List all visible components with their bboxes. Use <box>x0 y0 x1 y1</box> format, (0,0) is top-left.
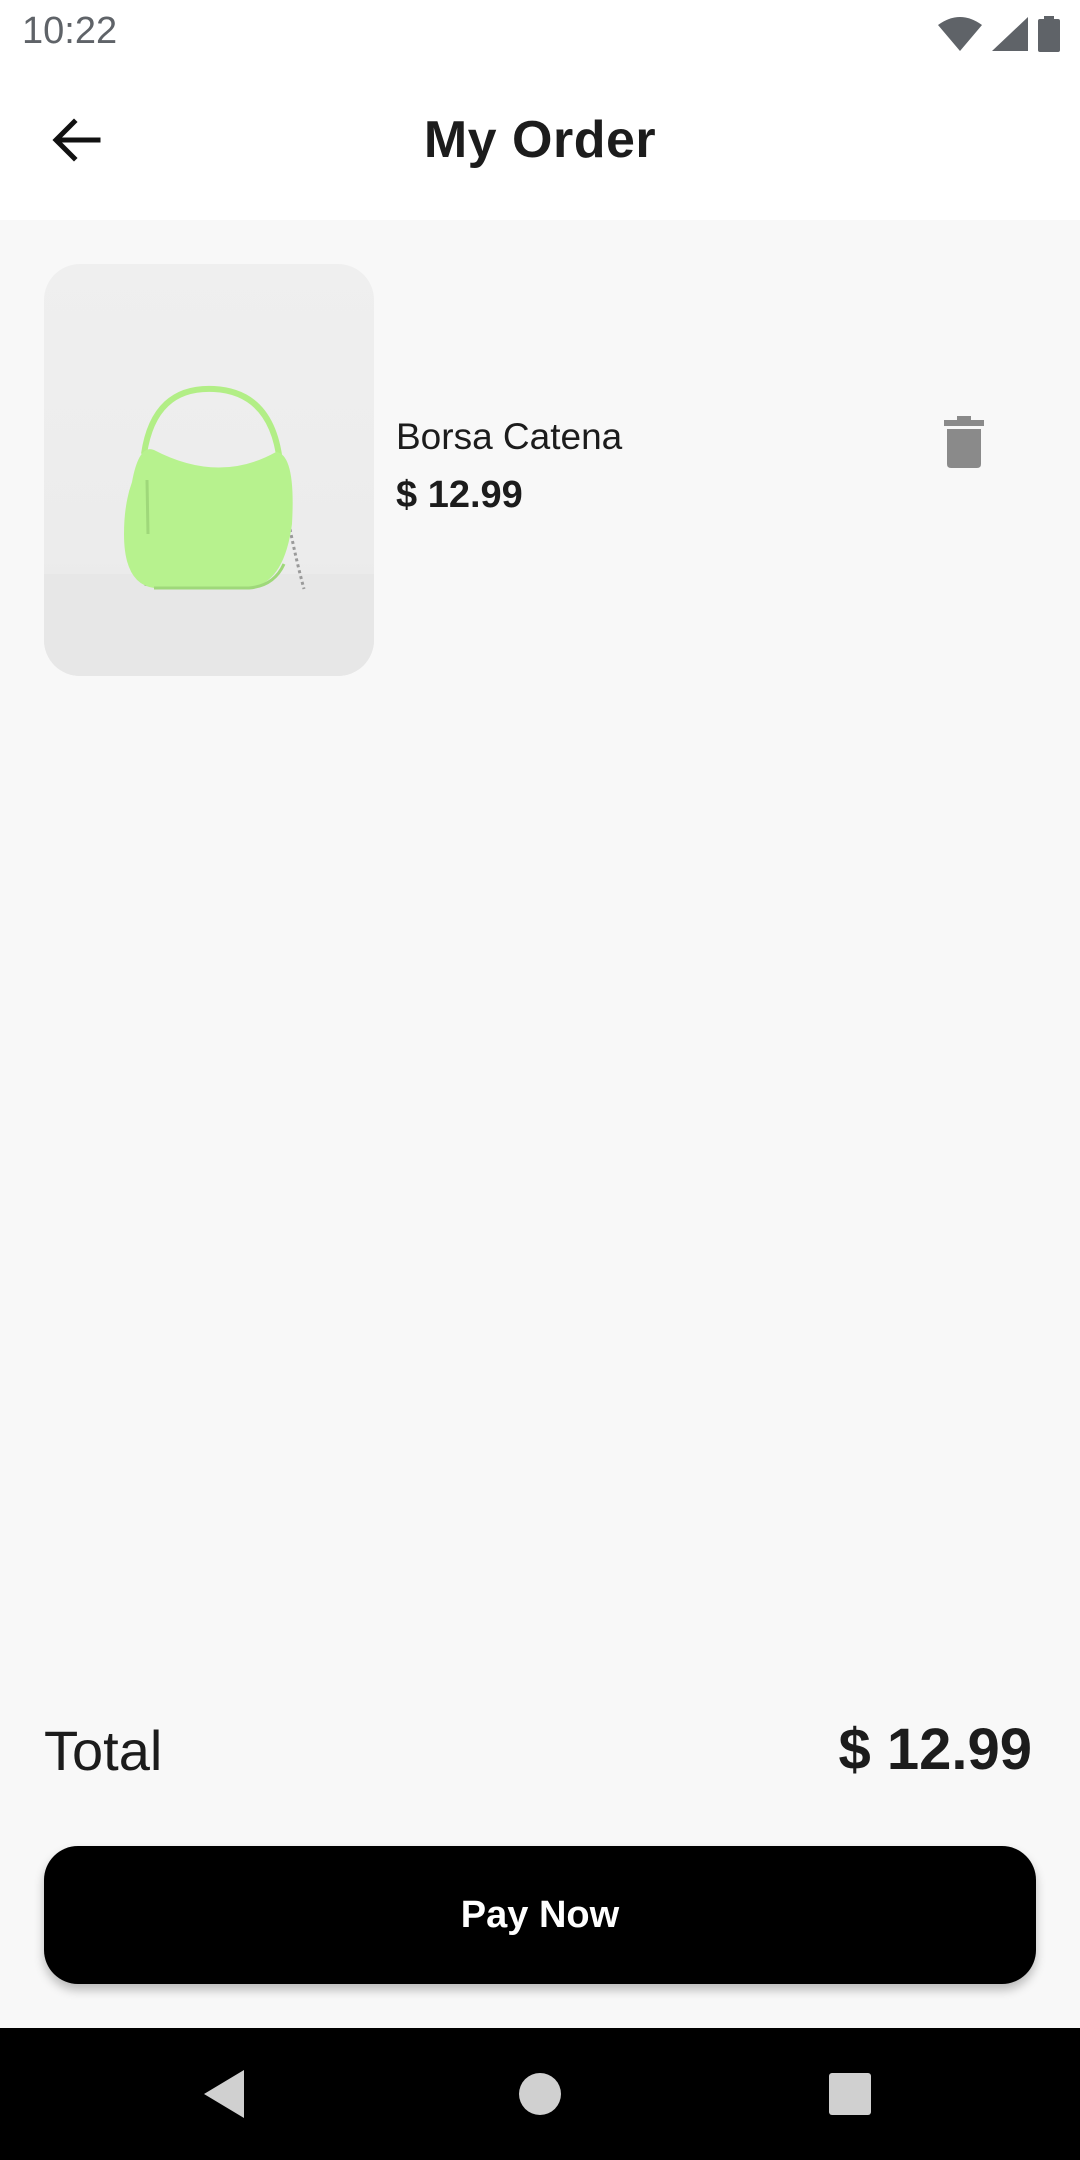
total-value: $ 12.99 <box>838 1717 1032 1782</box>
pay-now-button[interactable]: Pay Now <box>44 1846 1036 1984</box>
status-time: 10:22 <box>22 10 118 52</box>
app-bar: My Order <box>0 66 1080 220</box>
product-price: $ 12.99 <box>396 474 523 516</box>
page-title: My Order <box>423 111 657 169</box>
my-order-screen: 10:22 My Order Borsa Catena $ 12.99 Tota… <box>0 0 1080 2160</box>
status-bar: 10:22 <box>0 0 1080 66</box>
product-image <box>44 264 374 676</box>
nav-recents-icon[interactable] <box>820 2064 880 2124</box>
status-icons <box>938 16 1060 52</box>
battery-icon <box>1038 16 1060 52</box>
system-nav-bar <box>0 2028 1080 2160</box>
product-name: Borsa Catena <box>396 416 623 457</box>
green-handbag-image <box>44 385 374 676</box>
nav-back-icon[interactable] <box>196 2064 256 2124</box>
total-label: Total <box>44 1719 163 1782</box>
trash-icon <box>944 415 984 473</box>
cell-signal-icon <box>992 17 1028 51</box>
order-item: Borsa Catena $ 12.99 <box>44 264 1036 676</box>
wifi-icon <box>938 17 982 51</box>
nav-home-icon[interactable] <box>510 2064 570 2124</box>
delete-item-button[interactable] <box>924 404 1004 484</box>
